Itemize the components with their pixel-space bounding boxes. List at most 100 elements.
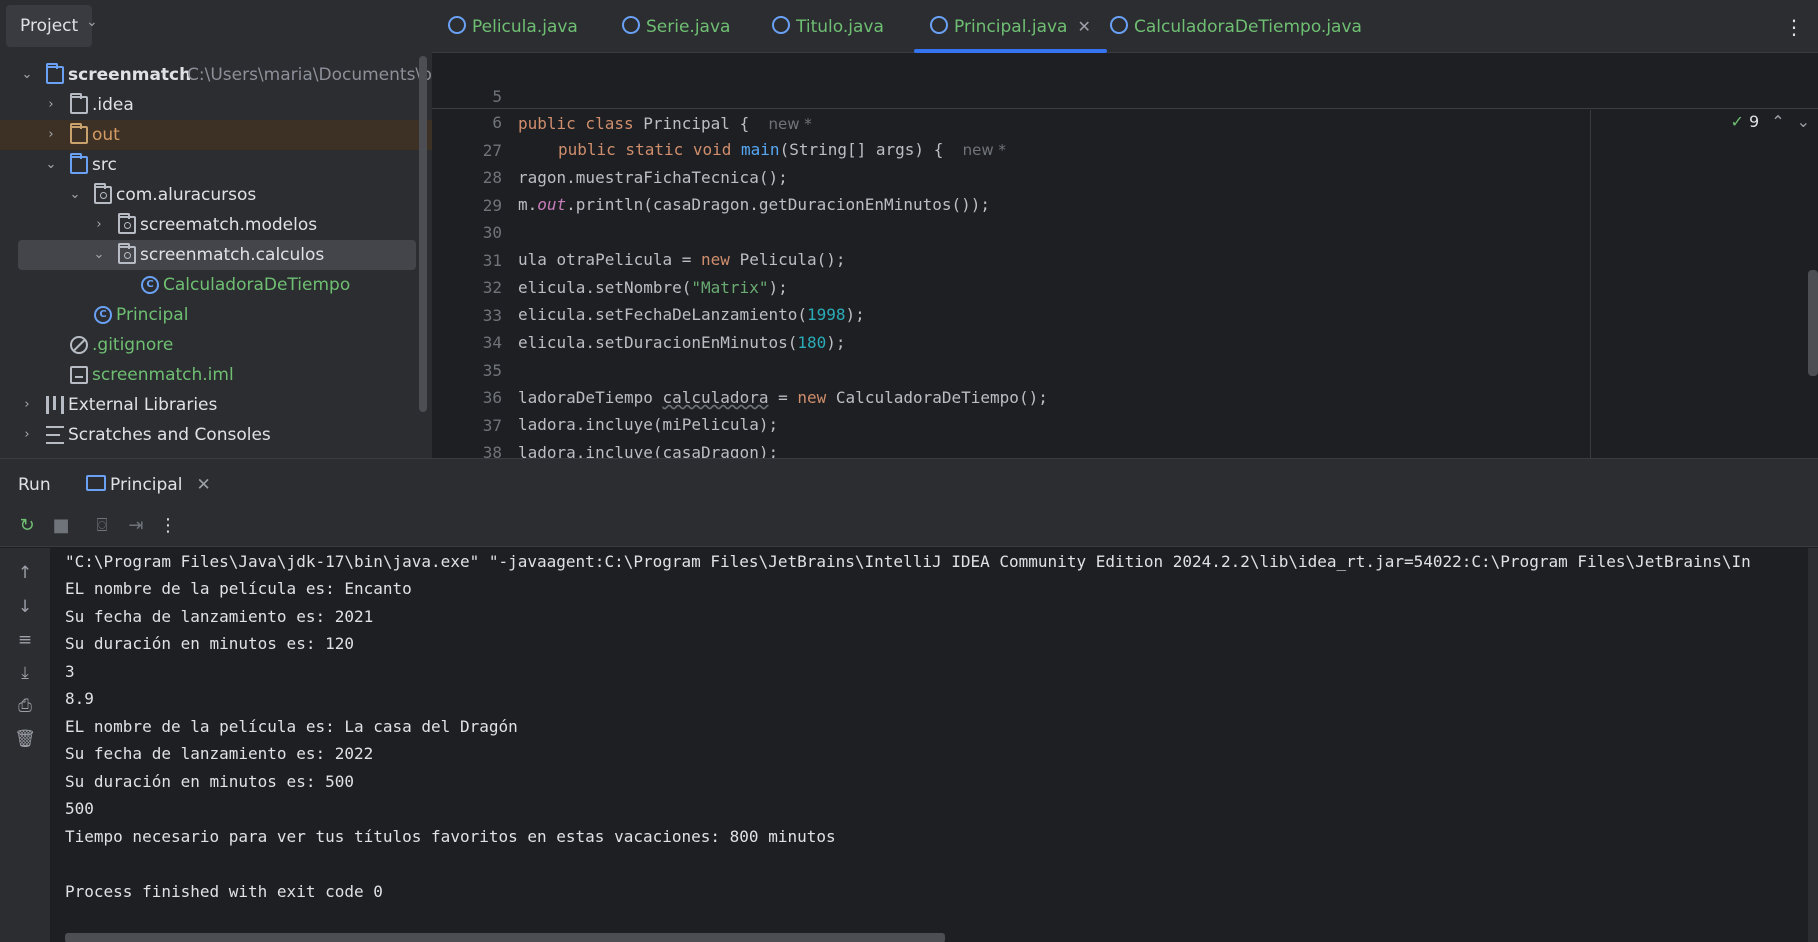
right-margin-guide [1590,110,1591,458]
folder-icon [70,93,88,114]
tree-item-screenmatch[interactable]: ⌄ screenmatch C:\Users\maria\Documents\p… [0,60,432,90]
package-icon [94,183,112,204]
ignore-file-icon [70,336,88,354]
module-folder-icon [46,63,64,84]
package-icon [118,213,136,234]
console-output[interactable]: "C:\Program Files\Java\jdk-17\bin\java.e… [50,548,1818,942]
module-path: C:\Users\maria\Documents\pr [187,65,432,85]
code-line: 5 public class Principal { new * [432,56,1818,133]
soft-wrap-icon[interactable]: ≡ [14,629,36,651]
chevron-down-icon[interactable]: ⌄ [19,60,35,90]
tree-item-label: .idea [92,95,134,115]
chevron-right-icon[interactable]: › [19,420,35,450]
source-folder-icon [70,153,88,174]
chevron-down-icon[interactable]: ⌄ [67,180,83,210]
tree-item-com-aluracursos[interactable]: ⌄ com.aluracursos [0,180,432,210]
code-line: 28 m.out.println(casaDragon.getDuracionE… [432,137,1818,214]
run-panel: Run Principal ✕ ↻ ■ ⌼ ⇥ ⋮ ↑ ↓ ≡ ⤓ ⎙ 🗑 "C:… [0,458,1818,942]
code-line: 37 ladora.incluye(casaDragon); [432,385,1818,458]
code-line: 33 elicula.setDuracionEnMinutos(180); [432,275,1818,352]
tree-item-label: screenmatch.calculos [140,245,325,265]
main-class-icon [930,16,948,34]
code-line: 38 ladora.incluye(otraPelicula); [432,412,1818,458]
tree-item-screenmatch-calculos[interactable]: ⌄ screenmatch.calculos [18,240,416,270]
console-line: 3 [65,662,75,681]
tree-item-label: screenmatch [68,65,192,85]
scroll-to-end-icon[interactable]: ⤓ [14,662,36,684]
tree-item-label: Principal [116,305,189,325]
tab-principal[interactable]: Principal.java ✕ [914,0,1107,53]
arrow-down-icon[interactable]: ↓ [14,596,36,618]
console-line: Tiempo necesario para ver tus títulos fa… [65,827,836,846]
editor-tab-bar: Pelicula.java Serie.java Titulo.java Pri… [432,0,1818,53]
tree-item-external-libraries[interactable]: › External Libraries [0,390,432,420]
tree-item-scratches[interactable]: › Scratches and Consoles [0,420,432,450]
chevron-down-icon[interactable]: ⌄ [86,14,98,30]
console-horizontal-scrollbar[interactable] [65,933,945,942]
class-icon [1110,16,1128,34]
code-line: 6 public static void main(String[] args)… [432,82,1818,159]
project-panel: Project ⌄ ⌄ screenmatch C:\Users\maria\D… [0,0,432,458]
tab-label: CalculadoraDeTiempo.java [1134,17,1362,37]
camera-icon[interactable]: ⌼ [91,515,113,537]
tree-item-calculadoradetiempo[interactable]: C CalculadoraDeTiempo [0,270,432,300]
tab-pelicula[interactable]: Pelicula.java [448,0,578,53]
excluded-folder-icon [70,123,88,144]
module-file-icon [70,366,88,384]
code-line: 36 ladora.incluye(miPelicula); [432,357,1818,434]
code-line: 27 ragon.muestraFichaTecnica(); [432,110,1818,187]
code-area[interactable]: 27 ragon.muestraFichaTecnica(); 28 m.out… [432,110,1818,458]
more-options-icon[interactable]: ⋮ [157,515,179,537]
tab-serie[interactable]: Serie.java [622,0,730,53]
chevron-down-icon[interactable]: ⌄ [91,240,107,270]
tree-item-label: com.aluracursos [116,185,257,205]
tab-calculadoradetiempo[interactable]: CalculadoraDeTiempo.java [1110,0,1362,53]
rerun-icon[interactable]: ↻ [16,515,38,537]
tree-item-src[interactable]: ⌄ src [0,150,432,180]
code-line: 32 elicula.setFechaDeLanzamiento(1998); [432,247,1818,324]
code-line: 34 [432,302,1818,352]
code-line: 39 m.out.println("Tiempo necesario para … [432,440,1818,458]
chevron-right-icon[interactable]: › [19,390,35,420]
tree-item-out[interactable]: › out [0,120,432,150]
chevron-right-icon[interactable]: › [43,90,59,120]
run-header: Run Principal ✕ [0,459,1818,517]
class-icon [622,16,640,34]
console-line: Process finished with exit code 0 [65,882,383,901]
stop-icon[interactable]: ■ [50,515,72,537]
trash-icon[interactable]: 🗑 [14,728,36,750]
exit-icon[interactable]: ⇥ [125,515,147,537]
tree-item-screematch-modelos[interactable]: › screematch.modelos [0,210,432,240]
sticky-lines: 5 public class Principal { new * 6 publi… [432,54,1818,159]
close-icon[interactable]: ✕ [1077,17,1090,36]
arrow-up-icon[interactable]: ↑ [14,562,36,584]
print-icon[interactable]: ⎙ [14,695,36,717]
tree-item-label: screenmatch.iml [92,365,234,385]
tree-item-idea[interactable]: › .idea [0,90,432,120]
editor-scrollbar[interactable] [1808,270,1818,376]
tab-label: Serie.java [646,17,731,37]
tree-item-label: screematch.modelos [140,215,318,235]
project-scrollbar[interactable] [419,56,427,412]
code-line: 35 ladoraDeTiempo calculadora = new Calc… [432,330,1818,407]
chevron-down-icon[interactable]: ⌄ [43,150,59,180]
tree-item-label: src [92,155,117,175]
more-options-icon[interactable]: ⋮ [1784,0,1804,54]
chevron-right-icon[interactable]: › [43,120,59,150]
project-panel-title[interactable]: Project [6,5,93,47]
run-toolbar: ↻ ■ ⌼ ⇥ ⋮ [0,507,1818,547]
chevron-right-icon[interactable]: › [91,210,107,240]
console-line: EL nombre de la película es: Encanto [65,579,412,598]
close-icon[interactable]: ✕ [196,475,210,495]
tree-item-principal[interactable]: C Principal [0,300,432,330]
run-tab-principal[interactable]: Principal ✕ [72,459,225,517]
tab-titulo[interactable]: Titulo.java [772,0,884,53]
console-line: 8.9 [65,689,94,708]
tree-item-label: External Libraries [68,395,218,415]
code-line: 30 ula otraPelicula = new Pelicula(); [432,192,1818,269]
tree-item-gitignore[interactable]: .gitignore [0,330,432,360]
tree-item-screenmatch-iml[interactable]: screenmatch.iml [0,360,432,390]
console-window-icon [86,475,106,491]
console-vertical-scrollbar[interactable] [1808,548,1818,942]
tab-label: Principal.java [954,17,1068,37]
